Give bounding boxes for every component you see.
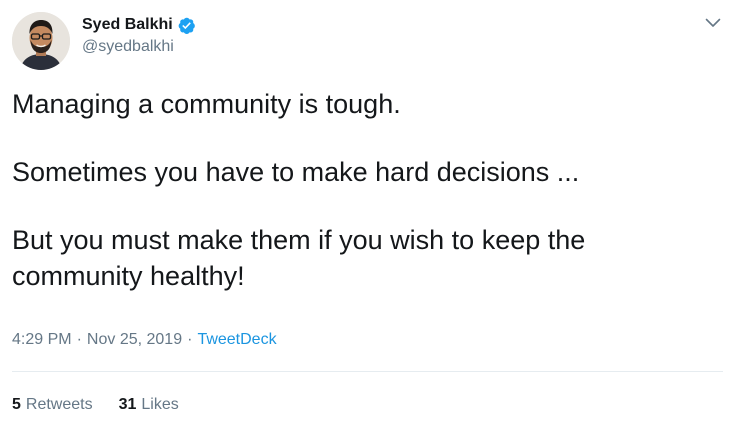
separator: · — [76, 331, 82, 348]
avatar[interactable] — [12, 12, 70, 70]
tweet-line: Sometimes you have to make hard decision… — [12, 157, 580, 187]
likes-count: 31 — [118, 396, 137, 413]
likes-label: Likes — [141, 396, 179, 413]
tweet-source-link[interactable]: TweetDeck — [197, 331, 276, 348]
tweet-line: But you must make them if you wish to ke… — [12, 225, 586, 255]
tweet-metadata: 4:29 PM · Nov 25, 2019 · TweetDeck — [12, 329, 277, 351]
retweets-label: Retweets — [25, 396, 93, 413]
separator: · — [187, 331, 193, 348]
tweet-text: Managing a community is tough. Sometimes… — [12, 86, 712, 294]
tweet-stats: 5 Retweets 31 Likes — [12, 394, 205, 416]
tweet-line: community healthy! — [12, 261, 245, 291]
verified-badge-icon — [177, 16, 196, 35]
tweet-line: Managing a community is tough. — [12, 89, 401, 119]
name-row: Syed Balkhi — [82, 14, 196, 36]
divider — [12, 371, 723, 372]
retweets-count: 5 — [12, 396, 21, 413]
author-block: Syed Balkhi @syedbalkhi — [82, 14, 196, 57]
chevron-down-icon[interactable] — [703, 13, 723, 33]
handle[interactable]: @syedbalkhi — [82, 37, 196, 57]
likes-stat[interactable]: 31 Likes — [119, 394, 179, 416]
tweet: Syed Balkhi @syedbalkhi Managing a commu… — [0, 0, 735, 428]
tweet-date[interactable]: Nov 25, 2019 — [87, 331, 182, 348]
avatar-image — [12, 12, 70, 70]
tweet-time[interactable]: 4:29 PM — [12, 331, 72, 348]
retweets-stat[interactable]: 5 Retweets — [12, 394, 93, 416]
display-name[interactable]: Syed Balkhi — [82, 15, 173, 35]
